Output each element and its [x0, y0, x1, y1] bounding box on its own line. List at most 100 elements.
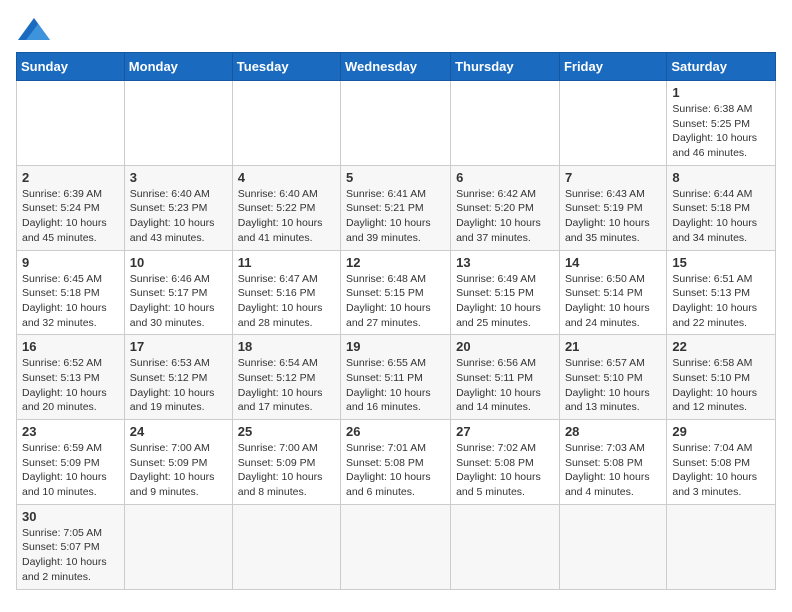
day-number: 19 [346, 339, 445, 354]
calendar-cell [451, 81, 560, 166]
calendar-cell: 16 Sunrise: 6:52 AM Sunset: 5:13 PM Dayli… [17, 335, 125, 420]
weekday-header-saturday: Saturday [667, 53, 776, 81]
calendar-cell: 19 Sunrise: 6:55 AM Sunset: 5:11 PM Dayli… [341, 335, 451, 420]
weekday-header-row: SundayMondayTuesdayWednesdayThursdayFrid… [17, 53, 776, 81]
calendar-cell [341, 504, 451, 589]
day-number: 30 [22, 509, 119, 524]
day-number: 7 [565, 170, 661, 185]
calendar-week-row: 23Sunrise: 6:59 AM Sunset: 5:09 PM Dayli… [17, 420, 776, 505]
day-number: 28 [565, 424, 661, 439]
calendar-cell: 12Sunrise: 6:48 AM Sunset: 5:15 PM Dayli… [341, 250, 451, 335]
day-number: 4 [238, 170, 335, 185]
day-info: Sunrise: 6:42 AM Sunset: 5:20 PM Dayligh… [456, 187, 554, 246]
calendar-cell [232, 504, 340, 589]
day-info: Sunrise: 6:39 AM Sunset: 5:24 PM Dayligh… [22, 187, 119, 246]
calendar-cell: 15Sunrise: 6:51 AM Sunset: 5:13 PM Dayli… [667, 250, 776, 335]
calendar-cell [124, 504, 232, 589]
day-info: Sunrise: 7:00 AM Sunset: 5:09 PM Dayligh… [130, 441, 227, 500]
calendar-cell: 23Sunrise: 6:59 AM Sunset: 5:09 PM Dayli… [17, 420, 125, 505]
calendar-cell: 9 Sunrise: 6:45 AM Sunset: 5:18 PM Daylig… [17, 250, 125, 335]
day-info: Sunrise: 6:38 AM Sunset: 5:25 PM Dayligh… [672, 102, 770, 161]
day-number: 1 [672, 85, 770, 100]
day-info: Sunrise: 7:00 AM Sunset: 5:09 PM Dayligh… [238, 441, 335, 500]
calendar-cell: 20Sunrise: 6:56 AM Sunset: 5:11 PM Dayli… [451, 335, 560, 420]
day-number: 15 [672, 255, 770, 270]
calendar-cell: 24 Sunrise: 7:00 AM Sunset: 5:09 PM Dayli… [124, 420, 232, 505]
day-info: Sunrise: 6:53 AM Sunset: 5:12 PM Dayligh… [130, 356, 227, 415]
calendar-week-row: 30 Sunrise: 7:05 AM Sunset: 5:07 PM Dayli… [17, 504, 776, 589]
calendar-week-row: 1 Sunrise: 6:38 AM Sunset: 5:25 PM Daylig… [17, 81, 776, 166]
day-number: 12 [346, 255, 445, 270]
day-number: 16 [22, 339, 119, 354]
page-header [16, 16, 776, 40]
calendar-cell: 26Sunrise: 7:01 AM Sunset: 5:08 PM Dayli… [341, 420, 451, 505]
day-number: 24 [130, 424, 227, 439]
calendar-cell: 5Sunrise: 6:41 AM Sunset: 5:21 PM Daylig… [341, 165, 451, 250]
calendar-cell: 18 Sunrise: 6:54 AM Sunset: 5:12 PM Dayli… [232, 335, 340, 420]
day-info: Sunrise: 7:04 AM Sunset: 5:08 PM Dayligh… [672, 441, 770, 500]
day-info: Sunrise: 6:40 AM Sunset: 5:22 PM Dayligh… [238, 187, 335, 246]
day-number: 9 [22, 255, 119, 270]
calendar-cell: 1 Sunrise: 6:38 AM Sunset: 5:25 PM Daylig… [667, 81, 776, 166]
day-info: Sunrise: 7:03 AM Sunset: 5:08 PM Dayligh… [565, 441, 661, 500]
day-info: Sunrise: 7:02 AM Sunset: 5:08 PM Dayligh… [456, 441, 554, 500]
calendar-cell [559, 504, 666, 589]
day-info: Sunrise: 6:55 AM Sunset: 5:11 PM Dayligh… [346, 356, 445, 415]
calendar-cell [451, 504, 560, 589]
weekday-header-thursday: Thursday [451, 53, 560, 81]
day-number: 18 [238, 339, 335, 354]
day-info: Sunrise: 6:49 AM Sunset: 5:15 PM Dayligh… [456, 272, 554, 331]
calendar-cell: 13Sunrise: 6:49 AM Sunset: 5:15 PM Dayli… [451, 250, 560, 335]
calendar-cell [341, 81, 451, 166]
day-info: Sunrise: 6:47 AM Sunset: 5:16 PM Dayligh… [238, 272, 335, 331]
day-number: 23 [22, 424, 119, 439]
calendar-cell: 6 Sunrise: 6:42 AM Sunset: 5:20 PM Daylig… [451, 165, 560, 250]
weekday-header-sunday: Sunday [17, 53, 125, 81]
weekday-header-tuesday: Tuesday [232, 53, 340, 81]
calendar-week-row: 16 Sunrise: 6:52 AM Sunset: 5:13 PM Dayli… [17, 335, 776, 420]
logo [16, 16, 50, 40]
calendar-cell [232, 81, 340, 166]
calendar-cell: 7 Sunrise: 6:43 AM Sunset: 5:19 PM Daylig… [559, 165, 666, 250]
calendar-cell: 11Sunrise: 6:47 AM Sunset: 5:16 PM Dayli… [232, 250, 340, 335]
day-number: 17 [130, 339, 227, 354]
calendar-cell: 28 Sunrise: 7:03 AM Sunset: 5:08 PM Dayli… [559, 420, 666, 505]
day-info: Sunrise: 6:40 AM Sunset: 5:23 PM Dayligh… [130, 187, 227, 246]
day-info: Sunrise: 6:54 AM Sunset: 5:12 PM Dayligh… [238, 356, 335, 415]
calendar-cell [124, 81, 232, 166]
day-info: Sunrise: 6:50 AM Sunset: 5:14 PM Dayligh… [565, 272, 661, 331]
calendar-cell: 21Sunrise: 6:57 AM Sunset: 5:10 PM Dayli… [559, 335, 666, 420]
calendar-cell: 30 Sunrise: 7:05 AM Sunset: 5:07 PM Dayli… [17, 504, 125, 589]
day-number: 8 [672, 170, 770, 185]
calendar-cell: 25 Sunrise: 7:00 AM Sunset: 5:09 PM Dayli… [232, 420, 340, 505]
calendar-cell [667, 504, 776, 589]
day-info: Sunrise: 6:44 AM Sunset: 5:18 PM Dayligh… [672, 187, 770, 246]
day-info: Sunrise: 7:05 AM Sunset: 5:07 PM Dayligh… [22, 526, 119, 585]
calendar-cell: 27 Sunrise: 7:02 AM Sunset: 5:08 PM Dayli… [451, 420, 560, 505]
calendar-cell: 29 Sunrise: 7:04 AM Sunset: 5:08 PM Dayli… [667, 420, 776, 505]
day-number: 25 [238, 424, 335, 439]
day-number: 6 [456, 170, 554, 185]
weekday-header-monday: Monday [124, 53, 232, 81]
day-info: Sunrise: 6:45 AM Sunset: 5:18 PM Dayligh… [22, 272, 119, 331]
day-number: 22 [672, 339, 770, 354]
calendar-table: SundayMondayTuesdayWednesdayThursdayFrid… [16, 52, 776, 590]
day-number: 21 [565, 339, 661, 354]
calendar-cell: 2Sunrise: 6:39 AM Sunset: 5:24 PM Daylig… [17, 165, 125, 250]
calendar-week-row: 2Sunrise: 6:39 AM Sunset: 5:24 PM Daylig… [17, 165, 776, 250]
day-info: Sunrise: 6:58 AM Sunset: 5:10 PM Dayligh… [672, 356, 770, 415]
day-number: 27 [456, 424, 554, 439]
day-info: Sunrise: 6:46 AM Sunset: 5:17 PM Dayligh… [130, 272, 227, 331]
day-info: Sunrise: 6:41 AM Sunset: 5:21 PM Dayligh… [346, 187, 445, 246]
calendar-cell: 3Sunrise: 6:40 AM Sunset: 5:23 PM Daylig… [124, 165, 232, 250]
calendar-week-row: 9 Sunrise: 6:45 AM Sunset: 5:18 PM Daylig… [17, 250, 776, 335]
day-info: Sunrise: 6:56 AM Sunset: 5:11 PM Dayligh… [456, 356, 554, 415]
weekday-header-friday: Friday [559, 53, 666, 81]
day-number: 29 [672, 424, 770, 439]
calendar-cell: 14 Sunrise: 6:50 AM Sunset: 5:14 PM Dayli… [559, 250, 666, 335]
calendar-cell: 22 Sunrise: 6:58 AM Sunset: 5:10 PM Dayli… [667, 335, 776, 420]
day-number: 14 [565, 255, 661, 270]
day-number: 26 [346, 424, 445, 439]
day-info: Sunrise: 6:52 AM Sunset: 5:13 PM Dayligh… [22, 356, 119, 415]
day-info: Sunrise: 6:43 AM Sunset: 5:19 PM Dayligh… [565, 187, 661, 246]
